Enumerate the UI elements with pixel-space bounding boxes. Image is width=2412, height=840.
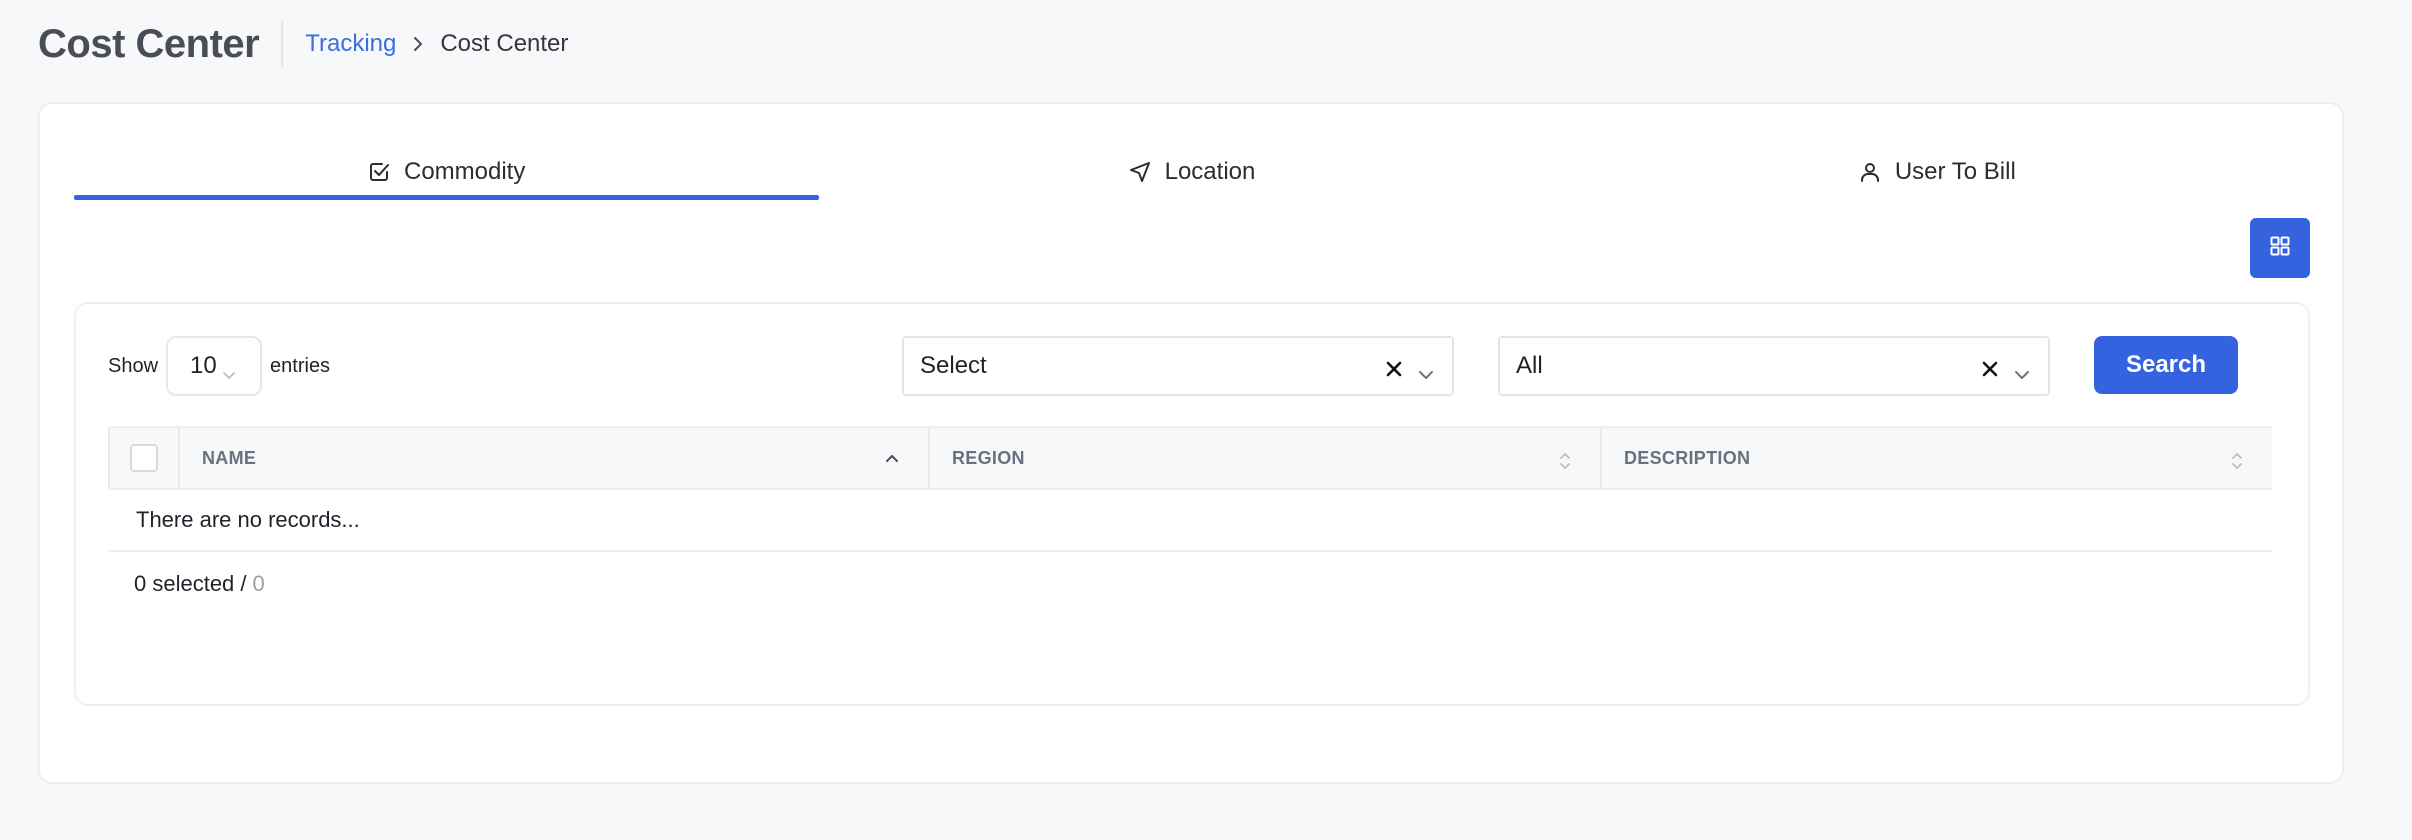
tab-bar: Commodity Location User To Bill <box>74 144 2310 200</box>
filter-select-1[interactable]: Select <box>902 336 1454 396</box>
select-all-checkbox[interactable] <box>130 444 158 472</box>
user-icon <box>1859 161 1881 183</box>
chevron-right-icon <box>412 36 424 52</box>
column-header-label: DESCRIPTION <box>1624 447 1751 468</box>
chevron-down-icon <box>2014 360 2030 388</box>
empty-state-row: There are no records... <box>108 490 2272 552</box>
main-card: Commodity Location User To Bill Show 10 <box>38 102 2344 784</box>
table-panel: Show 10 entries Select All Search NAME R… <box>74 302 2310 706</box>
clear-icon[interactable] <box>1384 358 1404 378</box>
entries-label: entries <box>270 354 331 377</box>
chevron-down-icon <box>1418 360 1434 388</box>
filter-select-2-value: All <box>1516 352 1543 379</box>
column-header-label: NAME <box>202 447 257 468</box>
breadcrumb: Tracking Cost Center <box>305 30 568 58</box>
filter-select-1-value: Select <box>920 352 987 379</box>
total-count: 0 <box>252 571 265 596</box>
tab-commodity[interactable]: Commodity <box>74 144 820 200</box>
navigation-arrow-icon <box>1129 161 1151 183</box>
tab-user-to-bill[interactable]: User To Bill <box>1565 144 2310 200</box>
empty-message: There are no records... <box>136 507 360 532</box>
chevron-down-icon <box>222 360 236 388</box>
column-header-label: REGION <box>952 447 1025 468</box>
selected-count: 0 selected / <box>134 571 247 596</box>
checkbox-icon <box>368 161 390 183</box>
tab-label: User To Bill <box>1894 158 2016 185</box>
breadcrumb-link-tracking[interactable]: Tracking <box>305 30 396 58</box>
show-label: Show <box>108 354 159 377</box>
selection-summary: 0 selected / 0 <box>108 552 2272 616</box>
tab-label: Commodity <box>403 158 526 185</box>
page-header: Cost Center Tracking Cost Center <box>38 18 568 70</box>
grid-view-button[interactable] <box>2250 218 2310 278</box>
column-header-description[interactable]: DESCRIPTION <box>1602 428 2272 488</box>
sort-ascending-icon <box>884 450 900 471</box>
sort-icon <box>1558 450 1572 477</box>
entries-value: 10 <box>190 352 217 379</box>
filter-select-2[interactable]: All <box>1498 336 2050 396</box>
search-button[interactable]: Search <box>2094 336 2238 394</box>
header-divider <box>281 21 284 67</box>
table-header: NAME REGION DESCRIPTION <box>108 426 2272 490</box>
tab-label: Location <box>1164 158 1256 185</box>
clear-icon[interactable] <box>1980 358 2000 378</box>
column-header-name[interactable]: NAME <box>180 428 930 488</box>
tab-location[interactable]: Location <box>819 144 1564 200</box>
select-all-cell <box>108 428 180 488</box>
sort-icon <box>2230 450 2244 477</box>
breadcrumb-current: Cost Center <box>440 30 569 57</box>
page-title: Cost Center <box>38 21 260 66</box>
show-entries: Show 10 entries <box>108 336 330 396</box>
entries-per-page-select[interactable]: 10 <box>166 336 263 396</box>
table-controls: Show 10 entries Select All Search <box>108 336 2276 396</box>
data-table: NAME REGION DESCRIPTION There are no rec… <box>108 426 2272 616</box>
grid-icon <box>2270 236 2290 261</box>
column-header-region[interactable]: REGION <box>930 428 1602 488</box>
